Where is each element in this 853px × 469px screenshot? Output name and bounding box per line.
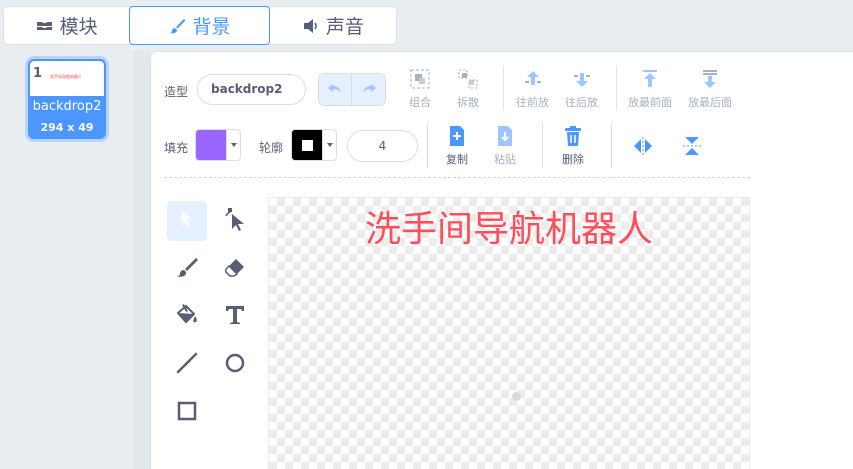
backward-label: 往后放 [565,96,598,109]
ungroup-label: 拆散 [457,96,479,109]
tab-sounds-label: 声音 [325,16,364,38]
front-button[interactable]: 放最前面 [628,67,672,110]
tab-backdrops[interactable]: 背景 [129,6,270,45]
cursor-arrow-icon [179,208,195,233]
toolbar-divider [503,66,504,110]
outline-color-swatch [292,130,322,160]
circle-tool[interactable] [215,345,255,385]
redo-icon [361,80,377,99]
paint-canvas[interactable]: 洗手间导航机器人 [268,197,750,469]
flip-horizontal-icon [632,134,654,158]
arrow-up-icon [523,67,543,91]
reshape-tool[interactable] [215,201,255,241]
back-button[interactable]: 放最后面 [688,67,732,110]
ungroup-button[interactable]: 拆散 [457,67,479,110]
line-icon [176,352,198,378]
costume-thumbnail-text: 洗手间导航机器人 [50,74,82,79]
reshape-icon [224,207,246,235]
forward-button[interactable]: 往前放 [516,67,549,110]
eraser-icon [224,257,246,281]
toolbar-divider [542,122,543,168]
outline-label: 轮廓 [259,141,284,155]
undo-button[interactable] [319,74,353,105]
text-tool[interactable] [215,297,255,337]
fill-color-picker[interactable] [195,129,241,161]
chevron-down-icon [226,130,240,160]
text-t-icon [225,305,245,329]
forward-label: 往前放 [516,96,549,109]
delete-button[interactable]: 删除 [562,124,584,167]
costume-name-label: 造型 [164,85,189,99]
select-tool[interactable] [167,201,207,241]
backward-button[interactable]: 往后放 [565,67,598,110]
group-label: 组合 [409,96,431,109]
eraser-tool[interactable] [215,249,255,289]
copy-icon [448,124,466,148]
tab-backdrops-label: 背景 [192,16,231,38]
copy-label: 复制 [446,153,468,166]
costume-list-scrollbar[interactable] [133,51,150,469]
rectangle-icon [177,401,197,425]
toolbar-separator [164,177,750,178]
copy-button[interactable]: 复制 [446,124,468,167]
trash-icon [564,124,582,148]
toolbar-divider [616,66,617,110]
tab-sounds[interactable]: 声音 [270,7,396,44]
outline-color-picker[interactable] [291,129,337,161]
ungroup-icon [457,67,479,91]
send-to-back-icon [700,67,720,91]
costume-size: 294 x 49 [40,121,94,134]
toolbar-divider [427,122,428,168]
undo-redo-group [318,73,386,106]
costume-name: backdrop2 [32,99,102,114]
fill-color-swatch [196,130,226,160]
group-button[interactable]: 组合 [409,67,431,110]
redo-button[interactable] [352,74,385,105]
paint-bucket-icon [175,304,199,330]
group-icon [409,67,431,91]
flip-vertical-button[interactable] [682,134,702,161]
fill-tool[interactable] [167,297,207,337]
arrow-down-icon [572,67,592,91]
fill-label: 填充 [164,141,189,155]
toolbar-divider [611,122,612,168]
stroke-width-input[interactable]: 4 [347,130,418,162]
bring-to-front-icon [640,67,660,91]
line-tool[interactable] [167,345,207,385]
tab-code-label: 模块 [59,16,98,38]
paintbrush-icon [169,17,187,35]
canvas-text-object[interactable]: 洗手间导航机器人 [269,200,749,252]
costume-number: 1 [33,66,43,81]
brush-icon [176,256,198,282]
flip-vertical-icon [682,134,702,158]
tab-code[interactable]: 模块 [4,7,129,44]
code-blocks-icon [36,19,54,33]
chevron-down-icon [322,130,336,160]
rectangle-tool[interactable] [167,393,207,433]
flip-horizontal-button[interactable] [632,134,654,161]
delete-label: 删除 [562,153,584,166]
speaker-icon [302,18,320,34]
editor-tabs: 模块 背景 声音 [3,6,397,45]
paste-label: 粘贴 [494,153,516,166]
back-label: 放最后面 [688,96,732,109]
undo-icon [327,80,343,99]
paint-editor: 造型 backdrop2 组合 拆散 往前放 往后放 放最前面 放最后面 填充 … [150,51,853,469]
circle-icon [225,353,245,377]
front-label: 放最前面 [628,96,672,109]
costume-item-backdrop2[interactable]: 洗手间导航机器人 1 backdrop2 294 x 49 [28,59,106,139]
brush-tool[interactable] [167,249,207,289]
costume-name-input[interactable]: backdrop2 [197,74,306,105]
paste-button[interactable]: 粘贴 [494,124,516,167]
paste-icon [496,124,514,148]
canvas-center-marker [512,392,521,401]
